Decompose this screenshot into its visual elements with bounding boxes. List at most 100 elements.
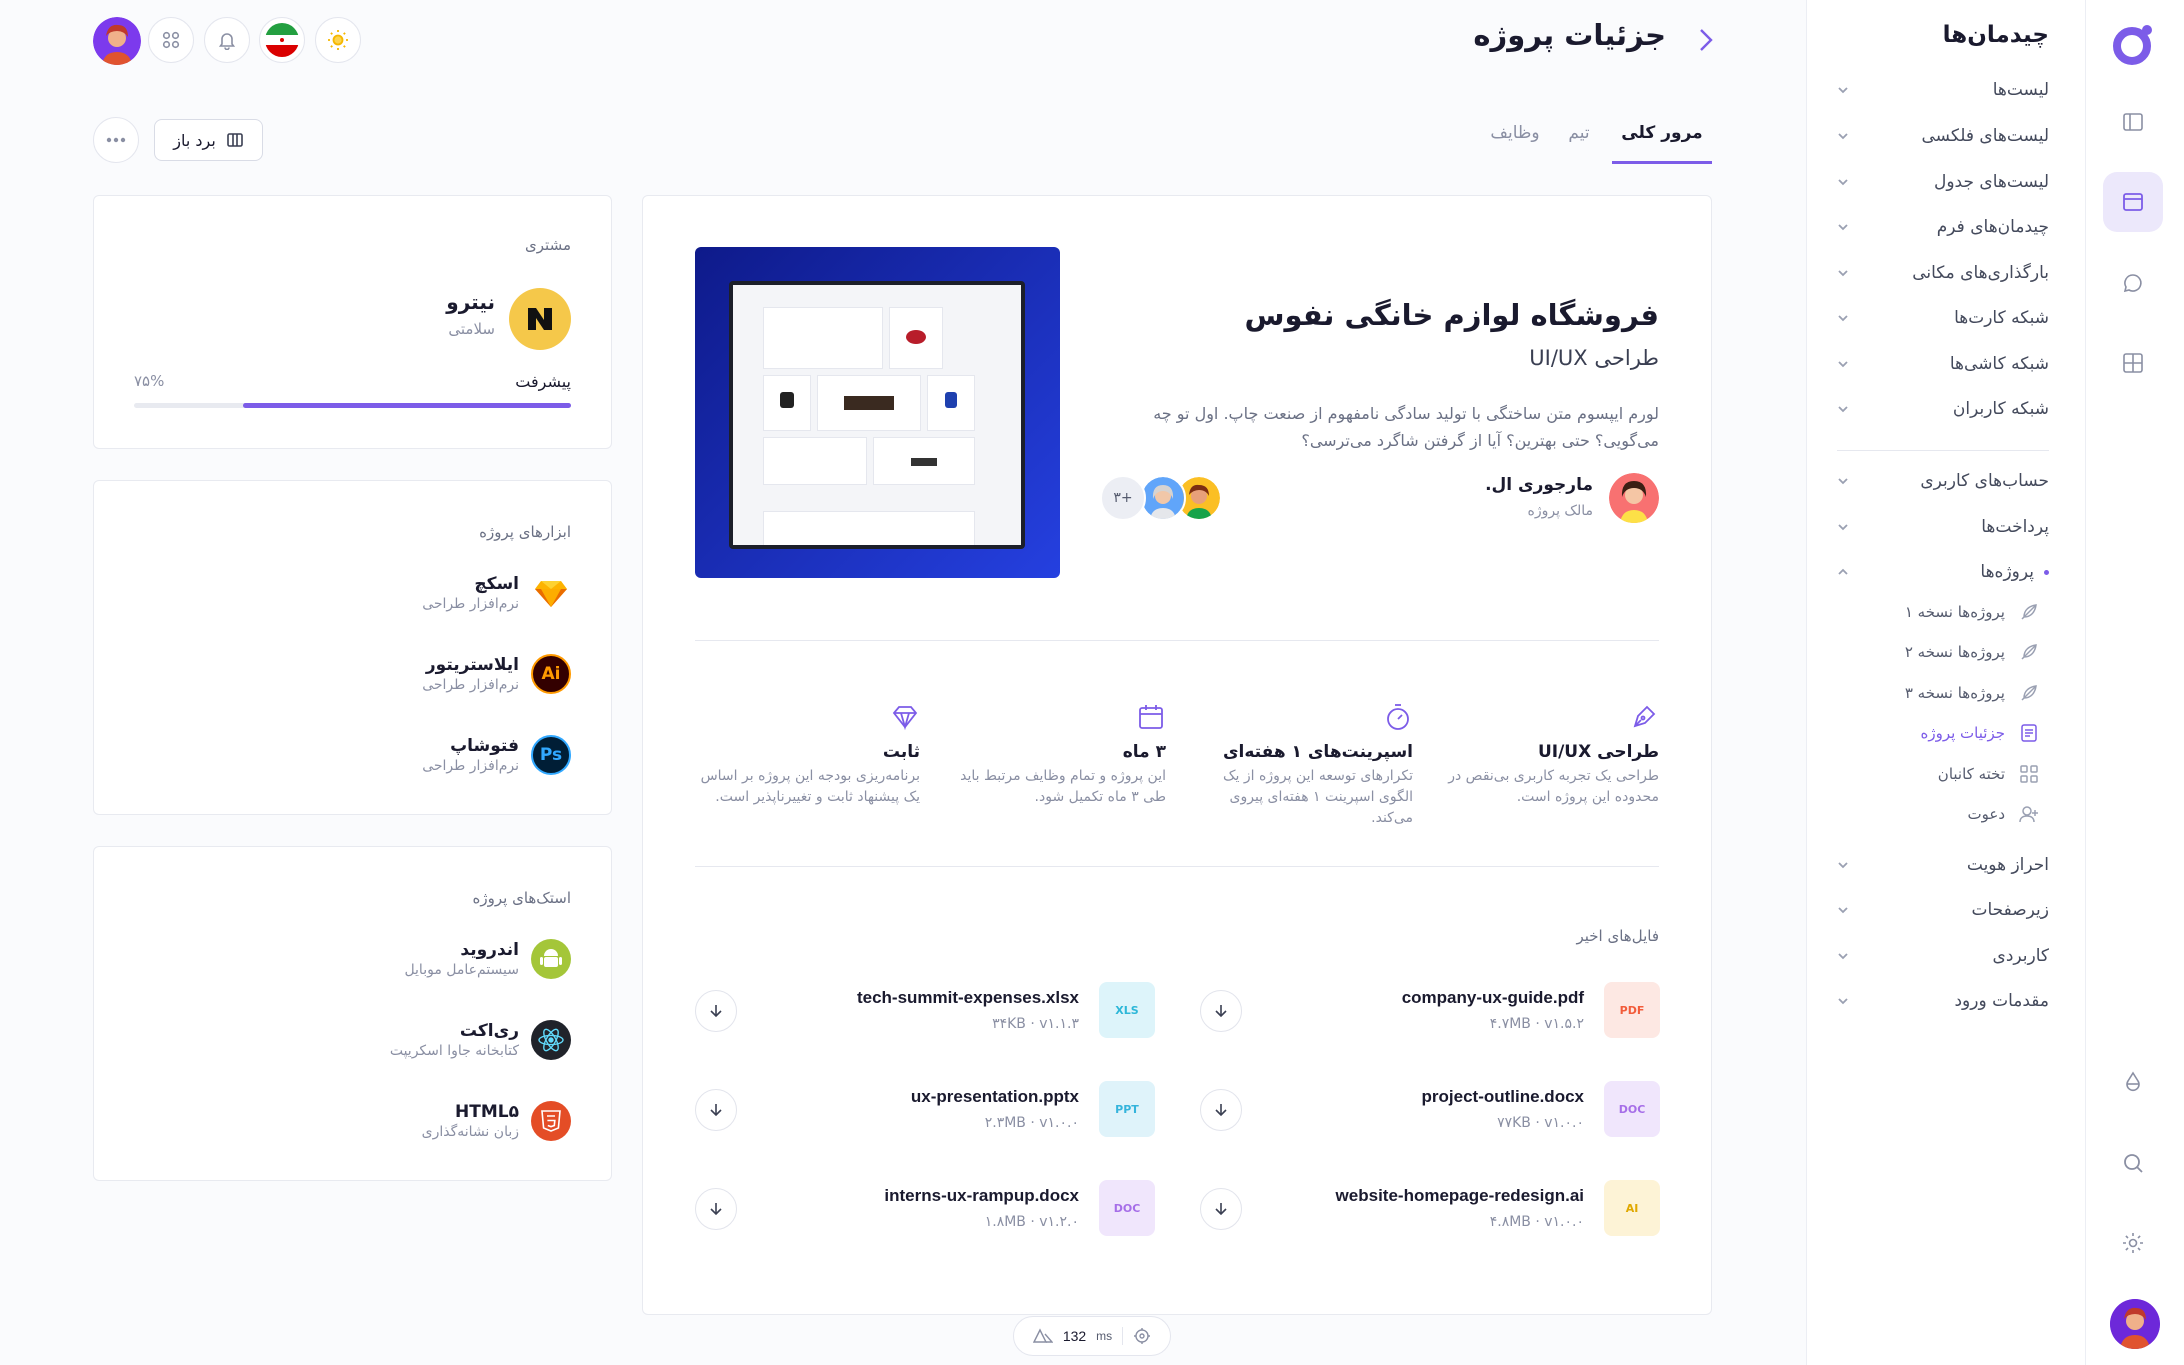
tab-overview[interactable]: مرور کلی bbox=[1612, 112, 1712, 164]
pen-icon bbox=[1434, 702, 1659, 732]
nav-item-utility[interactable]: کاربردی bbox=[1835, 936, 2049, 976]
apps-button[interactable] bbox=[148, 17, 194, 63]
member-avatars[interactable]: ۳+ bbox=[1100, 475, 1228, 521]
chevron-down-icon bbox=[1835, 519, 1851, 535]
nav-item-label: حساب‌های کاربری bbox=[1920, 471, 2049, 491]
nav-item-subpages[interactable]: زیرصفحات bbox=[1835, 890, 2049, 930]
chevron-down-icon bbox=[1835, 902, 1851, 918]
nav-item-table-lists[interactable]: لیست‌های جدول bbox=[1835, 162, 2049, 202]
more-dots-icon bbox=[106, 137, 126, 143]
file-item[interactable]: PDF company-ux-guide.pdf ۴.۷MB · v۱.۵.۲ bbox=[1200, 980, 1660, 1040]
nav-item-payments[interactable]: پرداخت‌ها bbox=[1835, 507, 2049, 547]
nav-item-onboarding[interactable]: مقدمات ورود bbox=[1835, 981, 2049, 1021]
section-divider bbox=[695, 640, 1659, 641]
nav-item-form-layouts[interactable]: چیدمان‌های فرم bbox=[1835, 207, 2049, 247]
apps-grid-icon bbox=[161, 30, 181, 50]
download-button[interactable] bbox=[1200, 990, 1242, 1032]
sub-item-projects-v2[interactable]: پروژه‌ها نسخه ۲ bbox=[1905, 633, 2039, 671]
sketch-icon bbox=[531, 573, 571, 613]
recent-files-title: فایل‌های اخیر bbox=[1576, 927, 1659, 945]
file-meta: ۴.۷MB · v۱.۵.۲ bbox=[1489, 1016, 1584, 1032]
sidebar-nav: چیدمان‌ها لیست‌ها لیست‌های فلکسی لیست‌ها… bbox=[1806, 0, 2085, 1365]
feature-duration: ۳ ماه این پروژه و تمام وظایف مرتبط باید … bbox=[941, 702, 1166, 808]
table-icon[interactable] bbox=[2103, 333, 2163, 393]
tool-name: فتوشاپ bbox=[450, 736, 519, 756]
sidebar-layout-icon[interactable] bbox=[2103, 92, 2163, 152]
iran-flag-icon bbox=[265, 23, 299, 57]
settings-icon[interactable] bbox=[2103, 1213, 2163, 1273]
download-button[interactable] bbox=[1200, 1188, 1242, 1230]
diamond-icon bbox=[695, 702, 920, 732]
download-button[interactable] bbox=[695, 1188, 737, 1230]
stack-sub: کتابخانه جاوا اسکریپت bbox=[389, 1043, 519, 1059]
nav-item-card-grid[interactable]: شبکه کارت‌ها bbox=[1835, 298, 2049, 338]
file-item[interactable]: DOC project-outline.docx ۷۷KB · v۱.۰.۰ bbox=[1200, 1079, 1660, 1139]
file-item[interactable]: DOC interns-ux-rampup.docx ۱.۸MB · v۱.۲.… bbox=[695, 1178, 1155, 1238]
app-logo-icon[interactable] bbox=[2110, 20, 2158, 68]
nav-item-label: کاربردی bbox=[1992, 946, 2049, 966]
chevron-down-icon bbox=[1835, 356, 1851, 372]
nav-item-flex-lists[interactable]: لیست‌های فلکسی bbox=[1835, 116, 2049, 156]
nav-item-tile-grid[interactable]: شبکه کاشی‌ها bbox=[1835, 344, 2049, 384]
stacks-card: استک‌های پروژه اندروید سیستم‌عامل موبایل … bbox=[93, 846, 612, 1181]
feature-budget: ثابت برنامه‌ریزی بودجه این پروژه بر اساس… bbox=[695, 702, 920, 808]
nav-item-label: چیدمان‌های فرم bbox=[1936, 217, 2049, 237]
nav-item-accounts[interactable]: حساب‌های کاربری bbox=[1835, 461, 2049, 501]
leaf-icon bbox=[2019, 642, 2039, 662]
layouts-icon[interactable] bbox=[2103, 172, 2163, 232]
sub-item-project-details[interactable]: جزئیات پروژه bbox=[1920, 714, 2039, 752]
tools-card: ابزارهای پروژه اسکچ نرم‌افزار طراحی ایلاس… bbox=[93, 480, 612, 815]
sub-item-projects-v1[interactable]: پروژه‌ها نسخه ۱ bbox=[1905, 593, 2039, 631]
nav-item-placeholders[interactable]: بارگذاری‌های مکانی bbox=[1835, 253, 2049, 293]
client-name: نیترو bbox=[446, 290, 495, 314]
file-meta: ۴.۸MB · v۱.۰.۰ bbox=[1489, 1214, 1584, 1230]
file-name: tech-summit-expenses.xlsx bbox=[856, 988, 1079, 1007]
chevron-down-icon bbox=[1835, 265, 1851, 281]
nav-item-user-grid[interactable]: شبکه کاربران bbox=[1835, 389, 2049, 429]
user-avatar[interactable] bbox=[2110, 1299, 2160, 1349]
drop-icon[interactable] bbox=[2103, 1052, 2163, 1112]
owner-avatar bbox=[1609, 473, 1659, 523]
file-item[interactable]: XLS tech-summit-expenses.xlsx ۳۴KB · v۱.… bbox=[695, 980, 1155, 1040]
sub-item-projects-v3[interactable]: پروژه‌ها نسخه ۳ bbox=[1905, 674, 2039, 712]
open-board-button[interactable]: برد باز bbox=[154, 119, 263, 161]
theme-toggle-button[interactable] bbox=[315, 17, 361, 63]
chevron-down-icon bbox=[1835, 993, 1851, 1009]
open-board-label: برد باز bbox=[173, 130, 216, 150]
feature-desc: برنامه‌ریزی بودجه این پروژه بر اساس یک پ… bbox=[700, 768, 920, 805]
illustrator-icon: Ai bbox=[531, 654, 571, 694]
nav-item-lists[interactable]: لیست‌ها bbox=[1835, 70, 2049, 110]
file-item[interactable]: AI website-homepage-redesign.ai ۴.۸MB · … bbox=[1200, 1178, 1660, 1238]
nav-item-projects[interactable]: پروژه‌ها bbox=[1835, 552, 2049, 592]
tab-team[interactable]: تیم bbox=[1556, 112, 1602, 164]
chat-icon[interactable] bbox=[2103, 253, 2163, 313]
client-logo bbox=[509, 288, 571, 350]
notifications-button[interactable] bbox=[204, 17, 250, 63]
sub-item-kanban[interactable]: تخته کانبان bbox=[1938, 755, 2039, 793]
member-avatar bbox=[1140, 475, 1186, 521]
user-avatar-header[interactable] bbox=[93, 17, 141, 65]
feature-desc: این پروژه و تمام وظایف مرتبط باید طی ۳ م… bbox=[960, 768, 1166, 805]
sub-item-invite[interactable]: دعوت bbox=[1968, 795, 2040, 833]
file-name: company-ux-guide.pdf bbox=[1401, 988, 1584, 1007]
photoshop-icon: Ps bbox=[531, 735, 571, 775]
grid-icon bbox=[2019, 764, 2039, 784]
file-meta: ۱.۸MB · v۱.۲.۰ bbox=[984, 1214, 1079, 1230]
owner-role: مالک پروژه bbox=[1527, 503, 1594, 519]
search-icon[interactable] bbox=[2103, 1133, 2163, 1193]
progress-label: پیشرفت bbox=[515, 372, 571, 391]
back-button[interactable] bbox=[1693, 25, 1717, 55]
tab-tasks[interactable]: وظایف bbox=[1480, 112, 1550, 164]
nav-item-auth[interactable]: احراز هویت bbox=[1835, 845, 2049, 885]
perf-badge[interactable]: 132 ms bbox=[1013, 1316, 1171, 1356]
more-options-button[interactable] bbox=[93, 117, 139, 163]
file-item[interactable]: PPT ux-presentation.pptx ۲.۳MB · v۱.۰.۰ bbox=[695, 1079, 1155, 1139]
download-button[interactable] bbox=[695, 1089, 737, 1131]
file-meta: ۲.۳MB · v۱.۰.۰ bbox=[984, 1115, 1079, 1131]
language-button[interactable] bbox=[259, 17, 305, 63]
nav-divider bbox=[1837, 450, 2049, 451]
download-button[interactable] bbox=[695, 990, 737, 1032]
download-icon bbox=[707, 1101, 725, 1119]
client-sub: سلامتی bbox=[448, 320, 495, 338]
download-button[interactable] bbox=[1200, 1089, 1242, 1131]
